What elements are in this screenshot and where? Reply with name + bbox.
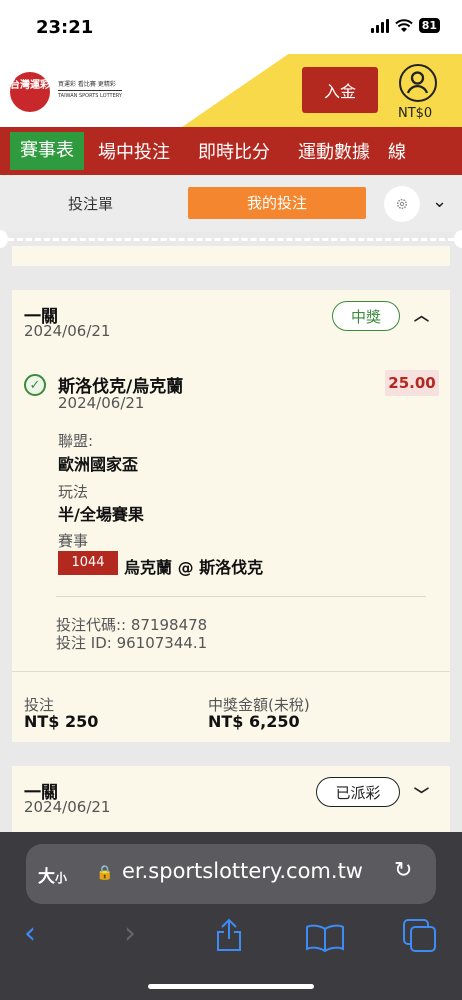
stake-value: NT$ 250 [24, 712, 99, 731]
battery-icon: 81 [418, 18, 440, 33]
gear-icon [396, 198, 408, 210]
nav-live-betting[interactable]: 場中投注 [84, 138, 184, 164]
chevron-up-icon[interactable]: ︿ [414, 304, 429, 325]
signal-icon [370, 18, 389, 33]
ticket-notch-left [0, 230, 8, 248]
text-size-large: 大 [38, 867, 55, 887]
logo-tagline: 買運彩 看比賽 更精彩 TAIWAN SPORTS LOTTERY [58, 80, 122, 101]
tabs-icon[interactable] [402, 918, 438, 954]
bet-date: 2024/06/21 [24, 322, 111, 340]
event-name: 烏克蘭 @ 斯洛伐克 [124, 558, 264, 577]
market-label: 玩法 [58, 483, 89, 501]
browser-toolbar: 大小 🔒 er.sportslottery.com.tw ↻ ‹ › [0, 832, 462, 1000]
selection-date: 2024/06/21 [58, 394, 145, 412]
forward-icon: › [124, 916, 136, 951]
nav-sports-data[interactable]: 運動數據 [284, 138, 384, 164]
share-icon[interactable] [214, 918, 244, 952]
main-nav: 賽事表 場中投注 即時比分 運動數據 線 [0, 127, 462, 175]
nav-live-scores[interactable]: 即時比分 [184, 138, 284, 164]
tab-my-bets[interactable]: 我的投注 [188, 187, 366, 219]
status-icons: 81 [370, 18, 440, 33]
status-bar: 23:21 81 [0, 0, 462, 54]
nav-schedule[interactable]: 賽事表 [10, 132, 84, 170]
wifi-icon [394, 18, 413, 32]
account-balance: NT$0 [398, 106, 433, 121]
home-indicator [148, 984, 314, 989]
status-badge: 已派彩 [316, 777, 400, 807]
event-code-badge: 1044 [58, 551, 118, 575]
back-icon[interactable]: ‹ [24, 916, 36, 951]
divider [56, 596, 426, 597]
league-value: 歐洲國家盃 [58, 455, 139, 474]
bet-tabs-bar: 投注單 我的投注 ⌄ [0, 175, 462, 232]
bet-id: 投注 ID: 96107344.1 [56, 634, 208, 652]
chevron-down-icon[interactable]: ⌄ [432, 191, 447, 212]
settings-button[interactable] [384, 186, 420, 222]
previous-card-edge [12, 246, 450, 266]
address-bar[interactable]: 大小 🔒 er.sportslottery.com.tw ↻ [26, 844, 436, 904]
logo[interactable]: 台灣運彩 [10, 72, 50, 112]
logo-tagline-zh: 買運彩 看比賽 更精彩 [58, 81, 116, 88]
tab-betslip[interactable]: 投注單 [68, 193, 113, 214]
bookmarks-icon[interactable] [305, 924, 345, 952]
reload-icon[interactable]: ↻ [394, 858, 412, 883]
account-icon[interactable] [399, 64, 437, 102]
divider [12, 671, 450, 672]
odds-badge: 25.00 [385, 370, 439, 396]
bet-date: 2024/06/21 [24, 798, 111, 816]
user-silhouette-icon [406, 71, 429, 94]
check-circle-icon: ✓ [24, 374, 46, 396]
league-label: 聯盟: [58, 432, 94, 450]
ticket-notch-right [454, 230, 462, 248]
url-text[interactable]: er.sportslottery.com.tw [122, 859, 363, 883]
status-badge: 中獎 [332, 301, 400, 331]
status-time: 23:21 [36, 17, 94, 38]
nav-more[interactable]: 線 [384, 138, 420, 164]
text-size-small: 小 [55, 871, 68, 885]
lock-icon: 🔒 [96, 865, 114, 881]
chevron-down-icon[interactable]: ﹀ [414, 784, 429, 805]
text-size-button[interactable]: 大小 [38, 862, 67, 887]
site-header: 台灣運彩 買運彩 看比賽 更精彩 TAIWAN SPORTS LOTTERY 入… [0, 54, 462, 127]
bet-card: 一關 2024/06/21 中獎 ︿ ✓ 斯洛伐克/烏克蘭 2024/06/21… [12, 290, 450, 742]
payout-value: NT$ 6,250 [208, 712, 300, 731]
deposit-button[interactable]: 入金 [302, 67, 378, 113]
ticket-divider [8, 238, 454, 241]
logo-tagline-en: TAIWAN SPORTS LOTTERY [58, 90, 122, 101]
event-label: 賽事 [58, 532, 89, 550]
market-value: 半/全場賽果 [58, 505, 144, 524]
